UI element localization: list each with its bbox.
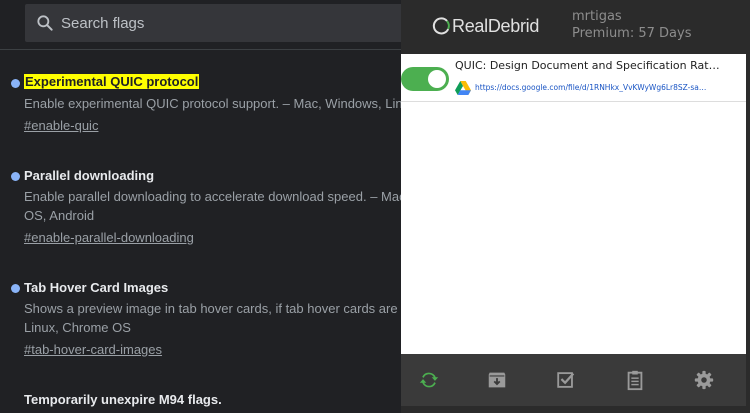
search-icon [37,15,53,31]
download-box-button[interactable] [485,368,509,392]
flag-title: Experimental QUIC protocol [24,74,200,89]
refresh-button[interactable] [417,368,441,392]
user-name: mrtigas [572,9,622,24]
link-url[interactable]: https://docs.google.com/file/d/1RNHkx_Vv… [475,83,721,92]
flag-description: Shows a preview image in tab hover cards… [24,301,402,316]
realdebrid-logo: RealDebrid [431,14,539,38]
flag-link[interactable]: #tab-hover-card-images [24,342,162,357]
clipboard-icon [627,370,643,391]
refresh-icon [419,372,439,388]
flag-title: Temporarily unexpire M94 flags. [24,392,222,407]
flag-title: Parallel downloading [24,168,155,183]
checklist-icon [557,372,575,388]
premium-status: Premium: 57 Days [572,26,692,41]
link-title: QUIC: Design Document and Specification … [455,59,721,72]
download-box-icon [488,372,506,388]
popup-header: RealDebrid mrtigas Premium: 57 Days [401,0,750,54]
realdebrid-logo-text: RealDebrid [452,15,540,36]
flag-status-dot [11,79,20,88]
realdebrid-logo-icon [432,17,450,35]
toggle-knob [428,70,446,88]
checklist-button[interactable] [554,368,578,392]
link-list: QUIC: Design Document and Specification … [401,54,746,354]
flag-description: Enable experimental QUIC protocol suppor… [24,96,402,111]
settings-button[interactable] [692,368,716,392]
flag-link[interactable]: #enable-quic [24,118,98,133]
link-enable-toggle[interactable] [401,67,449,91]
flag-description: OS, Android [24,208,95,223]
flag-description: Enable parallel downloading to accelerat… [24,189,402,204]
search-box[interactable] [25,4,445,42]
flag-status-dot [11,284,20,293]
gear-icon [694,370,714,390]
flag-link[interactable]: #enable-parallel-downloading [24,230,194,245]
flag-description: Linux, Chrome OS [24,320,131,335]
popup-toolbar [401,354,746,406]
search-input[interactable] [61,4,431,42]
realdebrid-popup: RealDebrid mrtigas Premium: 57 Days QUIC… [401,0,750,413]
list-item: QUIC: Design Document and Specification … [401,54,746,102]
flag-status-dot [11,172,20,181]
google-drive-icon [455,81,471,95]
flag-title: Tab Hover Card Images [24,280,169,295]
clipboard-button[interactable] [623,368,647,392]
